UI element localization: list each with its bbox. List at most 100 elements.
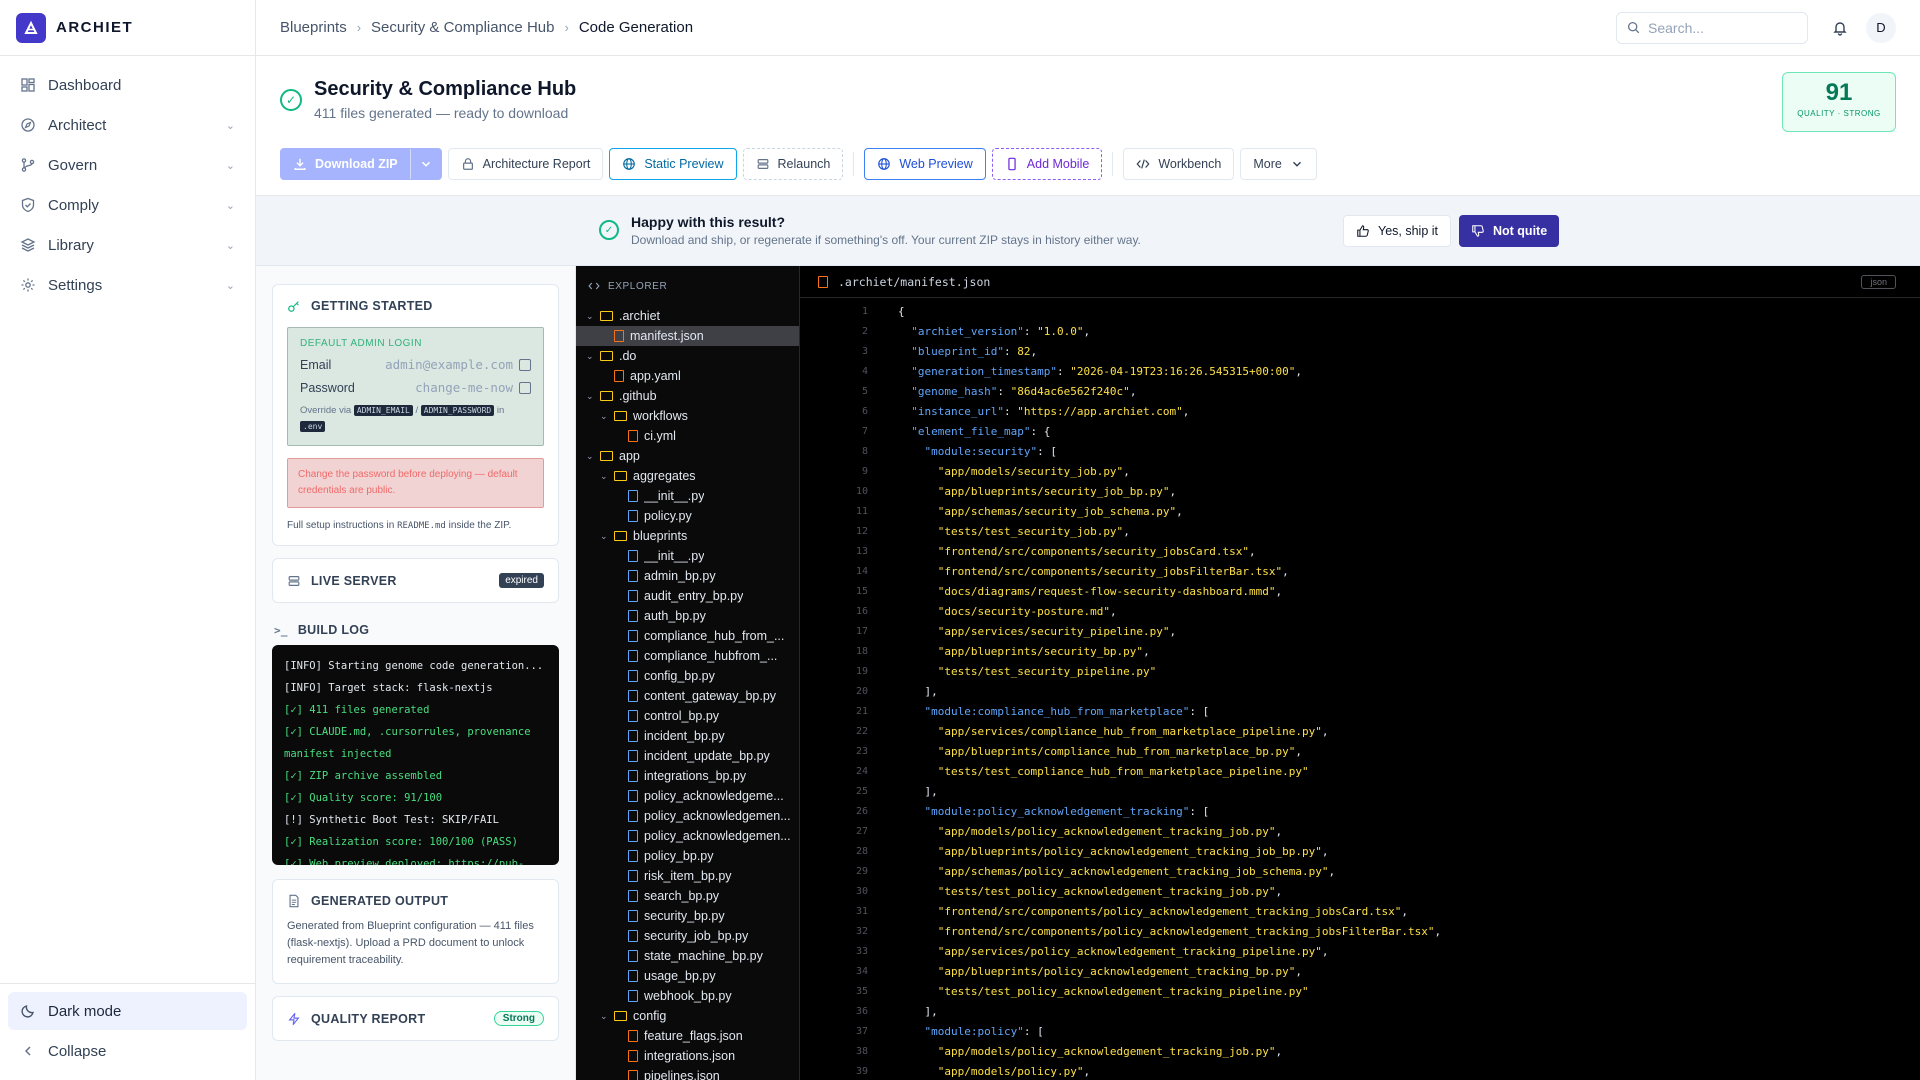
tree-file[interactable]: app.yaml [576, 366, 799, 386]
tree-file[interactable]: auth_bp.py [576, 606, 799, 626]
tree-file[interactable]: content_gateway_bp.py [576, 686, 799, 706]
tree-folder[interactable]: ⌄ config [576, 1006, 799, 1026]
architecture-report-button[interactable]: Architecture Report [447, 148, 604, 180]
build-log-console[interactable]: [INFO] Starting genome code generation..… [272, 645, 559, 866]
tree-file[interactable]: feature_flags.json [576, 1026, 799, 1046]
sidebar-item-architect[interactable]: Architect ⌄ [8, 106, 247, 144]
web-preview-button[interactable]: Web Preview [864, 148, 986, 180]
quality-report-card[interactable]: QUALITY REPORT Strong [272, 996, 559, 1042]
chevron-down-icon: ⌄ [225, 159, 235, 172]
collapse-button[interactable]: Collapse [8, 1032, 247, 1070]
relaunch-button[interactable]: Relaunch [742, 148, 844, 180]
code-content[interactable]: 1{2 "archiet_version": "1.0.0", 3 "bluepr… [800, 298, 1920, 1080]
tree-file[interactable]: control_bp.py [576, 706, 799, 726]
email-value: admin@example.com [385, 357, 513, 372]
code-line: 34 "app/blueprints/policy_acknowledgemen… [800, 961, 1920, 981]
code-line: 37 "module:policy": [ [800, 1021, 1920, 1041]
tree-file[interactable]: webhook_bp.py [576, 986, 799, 1006]
tree-file[interactable]: compliance_hubfrom_... [576, 646, 799, 666]
json-punctuation [898, 945, 938, 958]
sidebar-item-comply[interactable]: Comply ⌄ [8, 186, 247, 224]
py-file-icon [628, 870, 638, 882]
tree-folder[interactable]: ⌄ aggregates [576, 466, 799, 486]
download-zip-button[interactable]: Download ZIP [280, 148, 442, 180]
search-input[interactable]: Search... [1616, 11, 1808, 44]
not-quite-button[interactable]: Not quite [1459, 215, 1560, 247]
breadcrumb-separator-icon: › [356, 20, 362, 35]
line-number: 26 [855, 805, 868, 817]
py-file-icon [628, 510, 638, 522]
tree-file[interactable]: usage_bp.py [576, 966, 799, 986]
json-key: "generation_timestamp" [911, 364, 1057, 378]
ship-it-button[interactable]: Yes, ship it [1343, 215, 1451, 247]
editor-tab[interactable]: .archiet/manifest.json json [800, 266, 1920, 298]
brand[interactable]: ARCHIET [0, 0, 255, 56]
dark-mode-toggle[interactable]: Dark mode [8, 992, 247, 1030]
line-number: 5 [861, 385, 868, 397]
bell-icon[interactable] [1830, 18, 1850, 38]
page-title: Security & Compliance Hub [314, 78, 577, 100]
live-server-card[interactable]: LIVE SERVER expired [272, 558, 559, 604]
tree-folder[interactable]: ⌄ workflows [576, 406, 799, 426]
tree-file[interactable]: ci.yml [576, 426, 799, 446]
code-text: "archiet_version": "1.0.0", [868, 325, 1090, 338]
code-line: 2 "archiet_version": "1.0.0", [800, 321, 1920, 341]
copy-icon[interactable] [519, 358, 531, 371]
more-button[interactable]: More [1240, 148, 1317, 180]
breadcrumb-project[interactable]: Security & Compliance Hub [371, 19, 554, 36]
tree-file[interactable]: integrations_bp.py [576, 766, 799, 786]
quality-score-label: QUALITY · STRONG [1797, 109, 1881, 118]
tree-file[interactable]: manifest.json [576, 326, 799, 346]
tree-folder[interactable]: ⌄ .do [576, 346, 799, 366]
tree-file[interactable]: audit_entry_bp.py [576, 586, 799, 606]
code-line: 33 "app/services/policy_acknowledgement_… [800, 941, 1920, 961]
tree-folder[interactable]: ⌄ .github [576, 386, 799, 406]
architecture-report-label: Architecture Report [482, 157, 591, 171]
breadcrumb-blueprints[interactable]: Blueprints [280, 19, 347, 36]
sidebar-item-dashboard[interactable]: Dashboard [8, 66, 247, 104]
sidebar-item-govern[interactable]: Govern ⌄ [8, 146, 247, 184]
tree-file[interactable]: integrations.json [576, 1046, 799, 1066]
chevron-down-icon[interactable] [409, 149, 433, 179]
tree-file[interactable]: config_bp.py [576, 666, 799, 686]
tree-file[interactable]: policy_acknowledgeme... [576, 786, 799, 806]
tree-file[interactable]: state_machine_bp.py [576, 946, 799, 966]
tree-file[interactable]: __init__.py [576, 546, 799, 566]
add-mobile-button[interactable]: Add Mobile [991, 148, 1103, 180]
tree-file[interactable]: incident_update_bp.py [576, 746, 799, 766]
copy-icon[interactable] [519, 381, 531, 394]
tree-file[interactable]: risk_item_bp.py [576, 866, 799, 886]
json-punctuation: , [1129, 384, 1137, 398]
sidebar-item-library[interactable]: Library ⌄ [8, 226, 247, 264]
tree-file[interactable]: compliance_hub_from_... [576, 626, 799, 646]
tree-file[interactable]: pipelines.json [576, 1066, 799, 1080]
json-punctuation [898, 325, 911, 338]
avatar[interactable]: D [1866, 12, 1896, 43]
tree-file[interactable]: policy_acknowledgemen... [576, 806, 799, 826]
tree-file[interactable]: security_bp.py [576, 906, 799, 926]
tree-folder[interactable]: ⌄ app [576, 446, 799, 466]
tree-file[interactable]: policy_bp.py [576, 846, 799, 866]
json-punctuation: , [1321, 724, 1329, 738]
ship-it-label: Yes, ship it [1378, 224, 1438, 238]
tree-folder[interactable]: ⌄ blueprints [576, 526, 799, 546]
tree-folder[interactable]: ⌄ .archiet [576, 306, 799, 326]
tree-file[interactable]: search_bp.py [576, 886, 799, 906]
tree-file[interactable]: incident_bp.py [576, 726, 799, 746]
tree-file[interactable]: security_job_bp.py [576, 926, 799, 946]
code-line: 7 "element_file_map": { [800, 421, 1920, 441]
workbench-button[interactable]: Workbench [1123, 148, 1235, 180]
tree-file[interactable]: policy_acknowledgemen... [576, 826, 799, 846]
tree-file[interactable]: admin_bp.py [576, 566, 799, 586]
code-line: 19 "tests/test_security_pipeline.py" [800, 661, 1920, 681]
json-punctuation [898, 845, 938, 858]
static-preview-button[interactable]: Static Preview [609, 148, 737, 180]
tree-file[interactable]: __init__.py [576, 486, 799, 506]
json-punctuation: , [1030, 344, 1038, 358]
tree-file[interactable]: policy.py [576, 506, 799, 526]
sidebar-item-settings[interactable]: Settings ⌄ [8, 266, 247, 304]
override-hint: Override via ADMIN_EMAIL / ADMIN_PASSWOR… [300, 403, 531, 435]
explorer-header: EXPLORER [576, 266, 799, 306]
env-file-tag: .env [300, 421, 326, 433]
folder-icon [614, 471, 627, 481]
